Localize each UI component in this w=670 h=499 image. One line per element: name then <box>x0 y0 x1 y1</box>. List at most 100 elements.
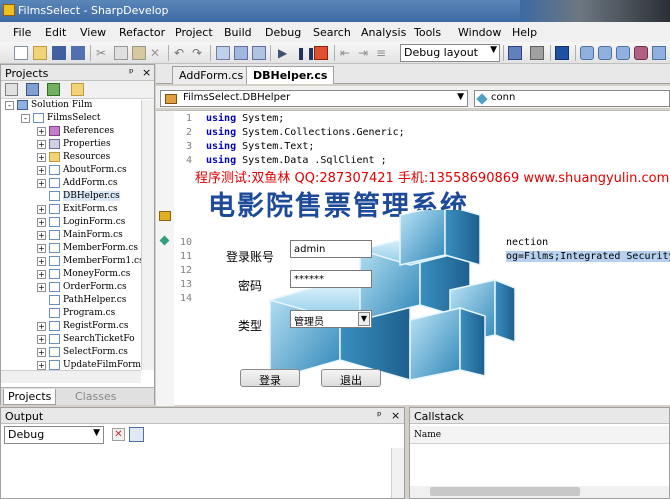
tree-item[interactable]: - Solution Film <box>5 100 92 113</box>
undo-icon[interactable]: ↶ <box>174 46 188 60</box>
tree-item[interactable]: + OrderForm.cs <box>37 282 127 295</box>
delete-icon[interactable]: ✕ <box>150 46 164 60</box>
build-icon[interactable] <box>216 46 230 60</box>
expand-icon[interactable]: + <box>37 204 46 214</box>
save-icon[interactable] <box>52 46 66 60</box>
expand-icon[interactable]: + <box>37 256 46 266</box>
class-combo[interactable]: FilmsSelect.DBHelper ▼ <box>160 90 468 107</box>
expand-icon[interactable]: + <box>37 243 46 253</box>
menu-search[interactable]: Search <box>313 26 351 39</box>
collapse-icon[interactable]: - <box>21 113 30 123</box>
tree-item[interactable]: DBHelper.cs <box>37 191 120 204</box>
tab-classes[interactable]: Classes <box>71 389 120 405</box>
tree-item[interactable]: + UpdateFilmForm <box>37 360 141 370</box>
expand-icon[interactable]: + <box>37 230 46 240</box>
open-file-icon[interactable] <box>33 46 47 60</box>
expand-icon[interactable]: + <box>37 347 46 357</box>
tree-item[interactable]: + Resources <box>37 152 110 165</box>
tree-item[interactable]: + RegistForm.cs <box>37 321 129 334</box>
tree-vertical-scrollbar[interactable] <box>141 100 154 370</box>
menu-view[interactable]: View <box>80 26 106 39</box>
output-scrollbar[interactable] <box>391 448 404 498</box>
clear-output-icon[interactable]: ✕ <box>112 428 125 441</box>
exit-button[interactable]: 退出 <box>321 369 381 387</box>
tree-item[interactable]: + AddForm.cs <box>37 178 118 191</box>
rebuild-icon[interactable] <box>234 46 248 60</box>
menu-help[interactable]: Help <box>512 26 537 39</box>
output-source-select[interactable]: Debug ▼ <box>4 426 104 444</box>
toolbar-icon[interactable] <box>530 46 544 60</box>
redo-icon[interactable]: ↷ <box>192 46 206 60</box>
tab-dbhelper[interactable]: DBHelper.cs <box>246 66 335 84</box>
editor-gutter[interactable] <box>156 111 174 406</box>
column-name[interactable]: Name <box>414 430 441 440</box>
expand-icon[interactable]: + <box>37 152 46 162</box>
expand-icon[interactable]: + <box>37 360 46 370</box>
word-wrap-icon[interactable] <box>129 427 144 442</box>
save-all-icon[interactable] <box>71 46 85 60</box>
menu-window[interactable]: Window <box>458 26 501 39</box>
run-icon[interactable]: ▶ <box>278 46 292 60</box>
tree-item[interactable]: + MoneyForm.cs <box>37 269 130 282</box>
tree-item[interactable]: + MainForm.cs <box>37 230 123 243</box>
comment-icon[interactable]: ≡ <box>376 46 390 60</box>
menu-build[interactable]: Build <box>224 26 252 39</box>
expand-icon[interactable]: + <box>37 165 46 175</box>
close-icon[interactable]: × <box>142 66 151 79</box>
cut-icon[interactable]: ✂ <box>96 46 110 60</box>
layout-select[interactable]: Debug layout ▼ <box>400 44 500 62</box>
expand-icon[interactable]: + <box>37 217 46 227</box>
pause-icon[interactable]: ❚❚ <box>296 46 316 60</box>
expand-icon[interactable]: + <box>37 269 46 279</box>
account-input[interactable] <box>290 240 372 258</box>
tree-item[interactable]: + SearchTicketFo <box>37 334 135 347</box>
bookmark-icon[interactable] <box>555 46 569 60</box>
replace-icon[interactable] <box>616 46 630 60</box>
expand-icon[interactable]: + <box>37 334 46 344</box>
indent-icon[interactable]: ⇥ <box>358 46 372 60</box>
outdent-icon[interactable]: ⇤ <box>340 46 354 60</box>
expand-icon[interactable]: + <box>37 321 46 331</box>
find-icon[interactable] <box>580 46 594 60</box>
type-select[interactable]: 管理员 ▼ <box>290 310 372 328</box>
menu-edit[interactable]: Edit <box>45 26 66 39</box>
new-file-icon[interactable] <box>14 46 28 60</box>
callstack-scrollbar[interactable] <box>410 486 669 498</box>
tree-item[interactable]: + MemberForm1.cs <box>37 256 141 269</box>
refresh-icon[interactable] <box>47 83 60 96</box>
menu-tools[interactable]: Tools <box>414 26 441 39</box>
options-icon[interactable] <box>652 46 666 60</box>
paste-icon[interactable] <box>132 46 146 60</box>
member-combo[interactable]: conn <box>474 90 670 107</box>
expand-icon[interactable]: + <box>37 139 46 149</box>
scrollbar-thumb[interactable] <box>430 487 580 496</box>
close-icon[interactable]: × <box>391 409 400 422</box>
tree-item[interactable]: + References <box>37 126 114 139</box>
menu-debug[interactable]: Debug <box>265 26 301 39</box>
stop-icon[interactable] <box>314 46 328 60</box>
tree-horizontal-scrollbar[interactable] <box>1 370 141 383</box>
tree-item[interactable]: + LoginForm.cs <box>37 217 125 230</box>
pin-icon[interactable]: ᵖ <box>377 409 382 422</box>
tree-item[interactable]: + ExitForm.cs <box>37 204 118 217</box>
menu-refactor[interactable]: Refactor <box>119 26 165 39</box>
tree-item[interactable]: + SelectForm.cs <box>37 347 128 360</box>
login-button[interactable]: 登录 <box>240 369 300 387</box>
pin-icon[interactable]: ᵖ <box>129 66 134 79</box>
password-input[interactable] <box>290 270 372 288</box>
collapse-icon[interactable]: - <box>5 100 14 110</box>
menu-analysis[interactable]: Analysis <box>361 26 406 39</box>
debug-window-icon[interactable] <box>508 46 522 60</box>
copy-icon[interactable] <box>114 46 128 60</box>
menu-file[interactable]: File <box>13 26 31 39</box>
folder-icon[interactable] <box>71 83 84 96</box>
tree-item[interactable]: PathHelper.cs <box>37 295 126 308</box>
show-all-files-icon[interactable] <box>26 83 39 96</box>
clean-icon[interactable] <box>252 46 266 60</box>
menu-project[interactable]: Project <box>175 26 213 39</box>
find-next-icon[interactable] <box>598 46 612 60</box>
tree-item[interactable]: + MemberForm.cs <box>37 243 138 256</box>
expand-icon[interactable]: + <box>37 282 46 292</box>
tree-item[interactable]: + Properties <box>37 139 111 152</box>
properties-icon[interactable] <box>5 83 18 96</box>
